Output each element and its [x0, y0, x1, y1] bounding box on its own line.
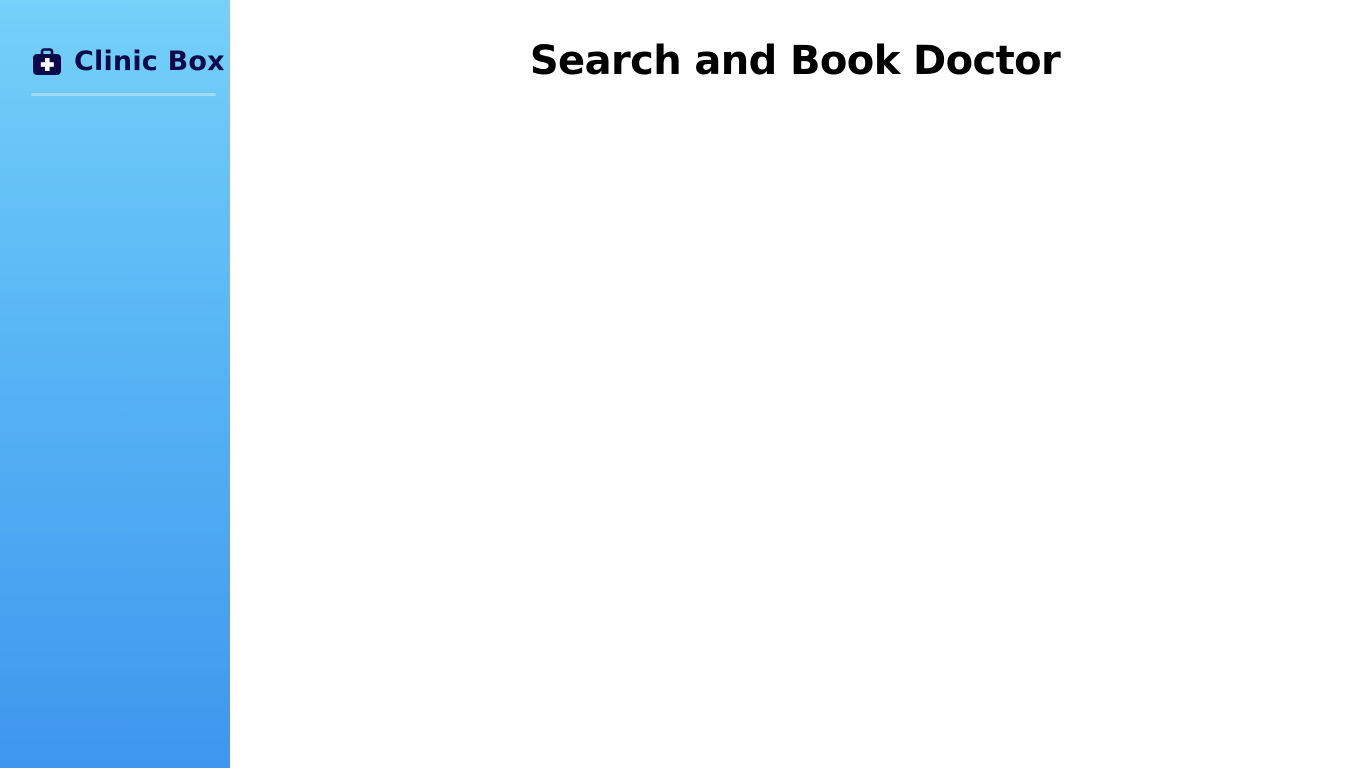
- medical-kit-icon: [31, 46, 63, 78]
- main-content: Search and Book Doctor: [230, 0, 1360, 768]
- sidebar-divider: [31, 93, 216, 96]
- sidebar: Clinic Box: [0, 0, 230, 768]
- app-root: Clinic Box Search and Book Doctor: [0, 0, 1360, 768]
- brand-logo-link[interactable]: Clinic Box: [31, 42, 225, 82]
- page-title: Search and Book Doctor: [529, 38, 1061, 84]
- brand-name: Clinic Box: [74, 46, 225, 77]
